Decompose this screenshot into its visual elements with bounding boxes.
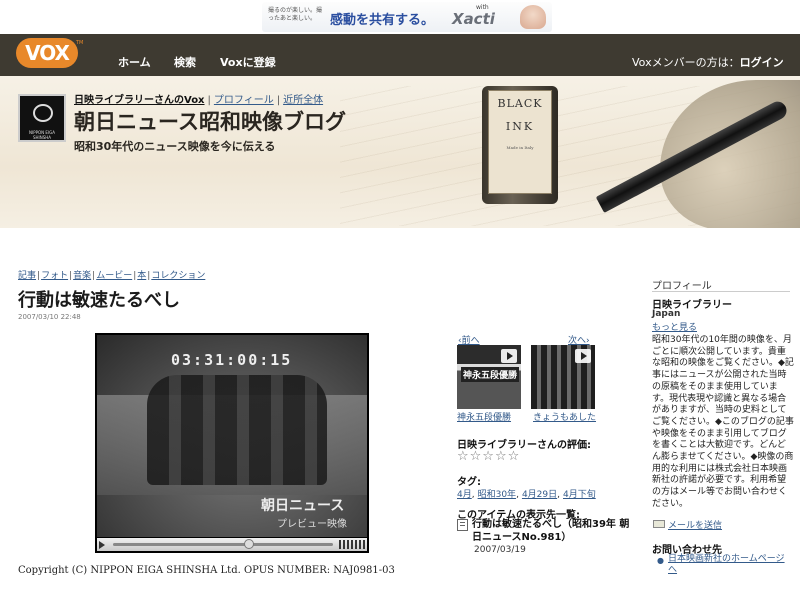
- tag-link[interactable]: 4月: [457, 490, 472, 500]
- ad-tagline: 撮るのが楽しい。撮ったあと楽しい。: [268, 7, 323, 22]
- vox-logo[interactable]: VOX: [16, 38, 78, 68]
- copyright-notice: Copyright (C) NIPPON EIGA SHINSHA Ltd. O…: [18, 565, 395, 576]
- bottle-label-line2: INK: [505, 120, 535, 133]
- category-book[interactable]: 本: [137, 271, 146, 281]
- blog-avatar[interactable]: NIPPON EIGA SHINSHA: [18, 94, 66, 142]
- envelope-icon: [653, 520, 665, 528]
- tags-label: タグ:: [457, 477, 481, 488]
- category-links: 記事|フォト|音楽|ムービー|本|コレクション: [18, 271, 206, 281]
- seek-bar[interactable]: [113, 539, 333, 549]
- profile-link[interactable]: プロフィール: [214, 95, 274, 106]
- member-login-area: Voxメンバーの方は：ログイン: [632, 54, 784, 70]
- nav-home-link[interactable]: ホーム: [118, 54, 151, 70]
- company-homepage-link[interactable]: 日本映画新社のホームページへ: [668, 554, 792, 576]
- neighborhood-link[interactable]: 近所全体: [283, 95, 323, 106]
- category-collection[interactable]: コレクション: [151, 271, 205, 281]
- bullet-icon: ●: [657, 556, 664, 565]
- volume-icon[interactable]: [339, 540, 365, 549]
- tag-link[interactable]: 4月29日: [522, 490, 557, 500]
- category-movie[interactable]: ムービー: [96, 271, 132, 281]
- sidebar-more-link[interactable]: もっと見る: [652, 320, 697, 333]
- ink-bottle-label: BLACK INK Made in Italy: [488, 90, 552, 194]
- prev-post-caption[interactable]: 神永五段優勝: [457, 410, 511, 423]
- ad-banner[interactable]: 撮るのが楽しい。撮ったあと楽しい。 感動を共有する。 with Xacti: [0, 0, 800, 34]
- post-date: 2007/03/10 22:48: [18, 313, 81, 321]
- ad-brand: Xacti: [452, 10, 495, 28]
- video-watermark-title: 朝日ニュース: [261, 498, 345, 514]
- video-watermark-subtitle: プレビュー映像: [277, 519, 347, 530]
- listing-item[interactable]: 行動は敏速たるべし（昭和39年 朝日ニュースNo.981）: [472, 518, 632, 544]
- category-article[interactable]: 記事: [18, 271, 36, 281]
- ad-creative[interactable]: 撮るのが楽しい。撮ったあと楽しい。 感動を共有する。 with Xacti: [262, 2, 552, 32]
- seek-handle[interactable]: [244, 539, 255, 549]
- video-scene-figures: [147, 375, 327, 485]
- member-login-prefix: Voxメンバーの方は：: [632, 56, 740, 69]
- tag-link[interactable]: 昭和30年: [478, 490, 516, 500]
- blog-meta-links: 日映ライブラリーさんのVox | プロフィール | 近所全体: [74, 95, 324, 106]
- bottle-label-small: Made in Italy: [506, 145, 534, 150]
- rating-stars[interactable]: ☆☆☆☆☆: [457, 449, 520, 464]
- next-post-thumbnail[interactable]: [531, 345, 595, 409]
- next-post-caption[interactable]: きょうもあした: [533, 410, 596, 423]
- avatar-text: NIPPON EIGA SHINSHA: [29, 130, 55, 140]
- listing-date: 2007/03/19: [474, 545, 526, 555]
- blog-title[interactable]: 朝日ニュース昭和映像ブログ: [74, 106, 346, 136]
- nav-search-link[interactable]: 検索: [174, 54, 196, 70]
- sidebar-profile-heading: プロフィール: [652, 281, 712, 292]
- avatar-logo-mark: [33, 104, 53, 122]
- document-icon: [457, 519, 468, 531]
- video-timecode: 03:31:00:15: [171, 351, 293, 369]
- player-controls: [97, 538, 367, 551]
- sidebar-bio: 昭和30年代の10年間の映像を、月ごとに順次公開しています。貴重な昭和の映像をご…: [652, 335, 794, 509]
- ad-headline: 感動を共有する。: [330, 13, 435, 28]
- login-link[interactable]: ログイン: [740, 56, 784, 69]
- category-photo[interactable]: フォト: [41, 271, 68, 281]
- post-title: 行動は敏速たるべし: [18, 290, 180, 311]
- video-frame[interactable]: 03:31:00:15 朝日ニュース プレビュー映像: [97, 335, 367, 537]
- category-music[interactable]: 音楽: [73, 271, 91, 281]
- blog-subtitle: 昭和30年代のニュース映像を今に伝える: [74, 140, 276, 153]
- sidebar-divider: [652, 291, 790, 292]
- tag-link[interactable]: 4月下旬: [563, 490, 596, 500]
- nav-register-link[interactable]: Voxに登録: [220, 54, 276, 70]
- sidebar-profile-country: Japan: [652, 309, 681, 319]
- play-overlay-icon: [575, 349, 591, 363]
- thumbnail-caption-overlay: 神永五段優勝: [461, 367, 520, 382]
- prev-post-thumbnail[interactable]: 神永五段優勝: [457, 345, 521, 409]
- owner-vox-link[interactable]: 日映ライブラリーさんのVox: [74, 95, 205, 106]
- play-icon[interactable]: [99, 541, 105, 549]
- logo-trademark: TM: [76, 40, 84, 46]
- top-nav-bar: VOX TM ホーム 検索 Voxに登録 Voxメンバーの方は：ログイン: [0, 34, 800, 76]
- play-overlay-icon: [501, 349, 517, 363]
- blog-header: BLACK INK Made in Italy NIPPON EIGA SHIN…: [0, 76, 800, 228]
- send-mail-link[interactable]: メールを送信: [668, 518, 722, 531]
- bottle-label-line1: BLACK: [497, 97, 543, 110]
- video-player[interactable]: 03:31:00:15 朝日ニュース プレビュー映像: [95, 333, 369, 553]
- ad-figure-image: [520, 5, 546, 29]
- tag-list: 4月, 昭和30年, 4月29日, 4月下旬: [457, 490, 596, 500]
